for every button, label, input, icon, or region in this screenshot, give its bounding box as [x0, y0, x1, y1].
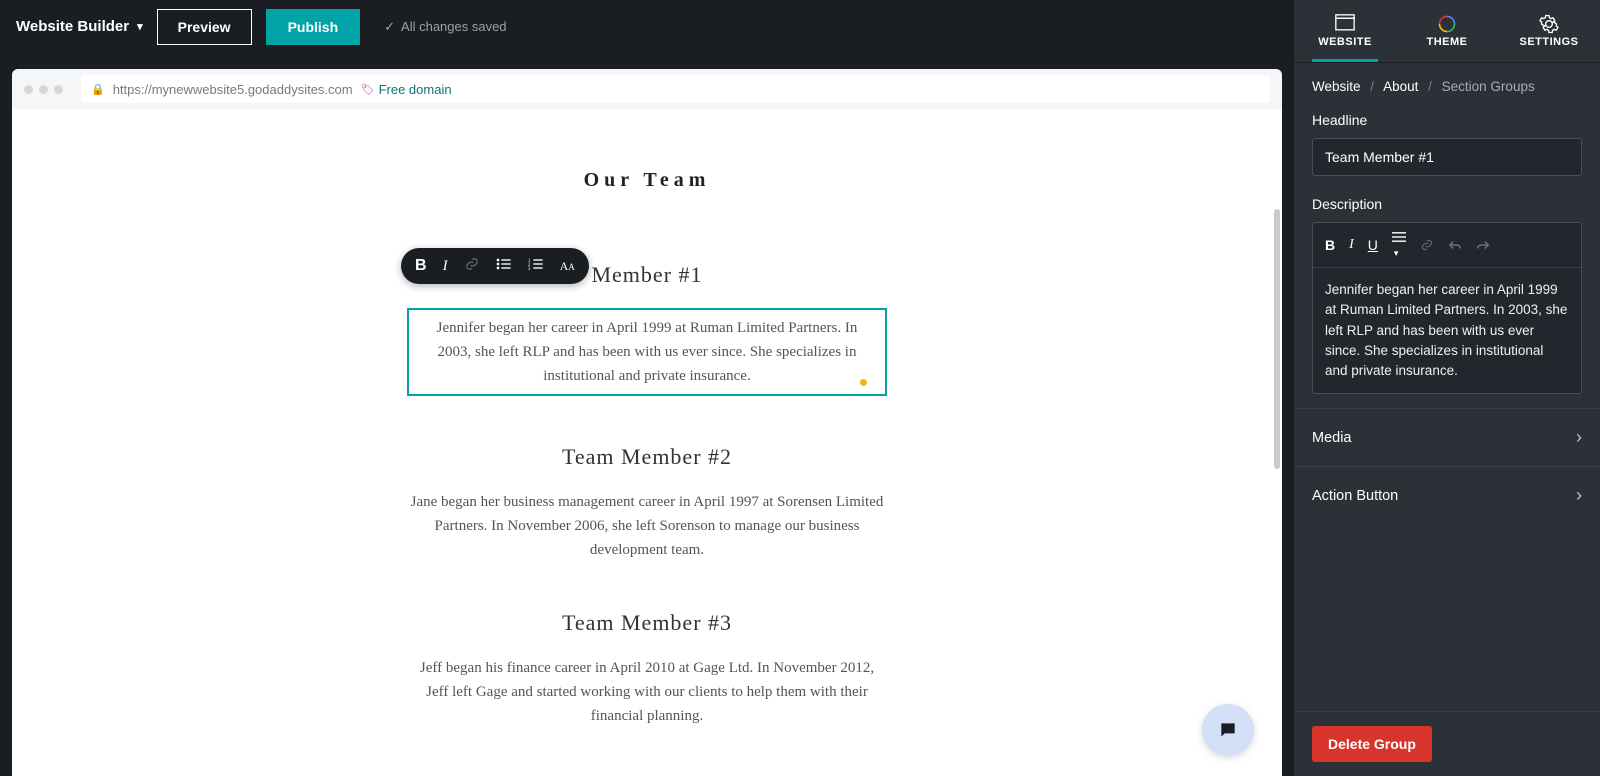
- link-button[interactable]: [464, 257, 480, 276]
- member-desc-text: Jennifer began her career in April 1999 …: [437, 320, 858, 384]
- dot-icon: [24, 85, 33, 94]
- section-heading[interactable]: Our Team: [52, 169, 1242, 192]
- website-tab-icon: [1335, 14, 1355, 30]
- free-domain-link[interactable]: Free domain: [361, 82, 452, 97]
- dot-icon: [39, 85, 48, 94]
- browser-chrome: 🔒 https://mynewwebsite5.godaddysites.com…: [12, 69, 1282, 109]
- breadcrumb: Website / About / Section Groups: [1294, 63, 1600, 106]
- url-field[interactable]: 🔒 https://mynewwebsite5.godaddysites.com…: [81, 75, 1270, 103]
- publish-button[interactable]: Publish: [266, 9, 361, 45]
- crumb-about[interactable]: About: [1383, 79, 1418, 94]
- rte-italic-button[interactable]: I: [1349, 237, 1354, 253]
- team-member-2: Team Member #2 Jane began her business m…: [407, 444, 887, 562]
- text-size-button[interactable]: AA: [560, 259, 575, 274]
- bold-button[interactable]: B: [415, 257, 427, 275]
- inline-text-toolbar: B I 123 AA: [401, 248, 589, 284]
- member-description-editing[interactable]: Jennifer began her career in April 1999 …: [407, 308, 887, 396]
- save-status-text: All changes saved: [401, 19, 507, 34]
- save-status: All changes saved: [384, 19, 506, 35]
- rte-underline-button[interactable]: U: [1368, 237, 1378, 253]
- brand-menu[interactable]: Website Builder ▾: [16, 18, 143, 35]
- member-title[interactable]: Team Member #2: [407, 444, 887, 470]
- properties-panel: Website / About / Section Groups Headlin…: [1294, 63, 1600, 776]
- lock-icon: 🔒: [91, 83, 105, 96]
- panel-footer: Delete Group: [1294, 711, 1600, 776]
- tab-settings[interactable]: SETTINGS: [1498, 0, 1600, 62]
- rte-link-button[interactable]: [1420, 239, 1434, 251]
- numbered-list-button[interactable]: 123: [528, 257, 544, 276]
- scrollbar[interactable]: [1274, 209, 1280, 469]
- bullet-list-button[interactable]: [496, 257, 512, 276]
- side-tabs: WEBSITE THEME SETTINGS: [1294, 0, 1600, 63]
- rte-undo-button[interactable]: [1448, 239, 1462, 251]
- tab-website-label: WEBSITE: [1318, 36, 1372, 48]
- window-dots: [24, 85, 63, 94]
- action-button-accordion[interactable]: Action Button ›: [1294, 466, 1600, 524]
- description-label: Description: [1312, 196, 1582, 212]
- url-text: https://mynewwebsite5.godaddysites.com: [113, 82, 353, 97]
- chat-icon: [1217, 720, 1239, 740]
- rte-toolbar: B I U ▾: [1313, 223, 1581, 268]
- tab-settings-label: SETTINGS: [1519, 36, 1578, 48]
- headline-section: Headline: [1294, 106, 1600, 190]
- preview-button[interactable]: Preview: [157, 9, 252, 45]
- crumb-website[interactable]: Website: [1312, 79, 1361, 94]
- page-canvas[interactable]: Our Team B I 123 AA Member #1: [12, 109, 1282, 776]
- editor-main: 🔒 https://mynewwebsite5.godaddysites.com…: [0, 53, 1294, 776]
- headline-label: Headline: [1312, 112, 1582, 128]
- breadcrumb-sep: /: [1428, 79, 1432, 94]
- team-member-3: Team Member #3 Jeff began his finance ca…: [407, 610, 887, 728]
- chevron-right-icon: ›: [1576, 427, 1582, 448]
- tab-theme[interactable]: THEME: [1396, 0, 1498, 62]
- preview-browser: 🔒 https://mynewwebsite5.godaddysites.com…: [12, 69, 1282, 776]
- breadcrumb-sep: /: [1370, 79, 1374, 94]
- chat-fab[interactable]: [1202, 704, 1254, 756]
- headline-input[interactable]: [1312, 138, 1582, 176]
- tab-theme-label: THEME: [1427, 36, 1468, 48]
- member-description[interactable]: Jane began her business management caree…: [407, 490, 887, 562]
- chevron-right-icon: ›: [1576, 485, 1582, 506]
- description-section: Description B I U ▾ Jennifer began h: [1294, 190, 1600, 408]
- tab-website[interactable]: WEBSITE: [1294, 0, 1396, 62]
- gear-icon: [1539, 14, 1559, 30]
- action-button-label: Action Button: [1312, 488, 1398, 504]
- dot-icon: [54, 85, 63, 94]
- team-member-1: B I 123 AA Member #1 Jennifer began her: [407, 262, 887, 396]
- media-accordion[interactable]: Media ›: [1294, 408, 1600, 466]
- svg-text:3: 3: [528, 267, 531, 271]
- rte-align-button[interactable]: ▾: [1392, 231, 1406, 259]
- crumb-current: Section Groups: [1442, 79, 1535, 94]
- rte-bold-button[interactable]: B: [1325, 237, 1335, 253]
- theme-tab-icon: [1437, 14, 1457, 30]
- delete-group-button[interactable]: Delete Group: [1312, 726, 1432, 762]
- italic-button[interactable]: I: [443, 258, 448, 275]
- rte-redo-button[interactable]: [1476, 239, 1490, 251]
- member-description[interactable]: Jeff began his finance career in April 2…: [407, 656, 887, 728]
- description-rte: B I U ▾ Jennifer began her career in Apr…: [1312, 222, 1582, 394]
- media-label: Media: [1312, 430, 1352, 446]
- description-textarea[interactable]: Jennifer began her career in April 1999 …: [1313, 268, 1581, 393]
- member-title[interactable]: Team Member #3: [407, 610, 887, 636]
- chevron-down-icon: ▾: [137, 20, 143, 33]
- brand-label: Website Builder: [16, 18, 129, 35]
